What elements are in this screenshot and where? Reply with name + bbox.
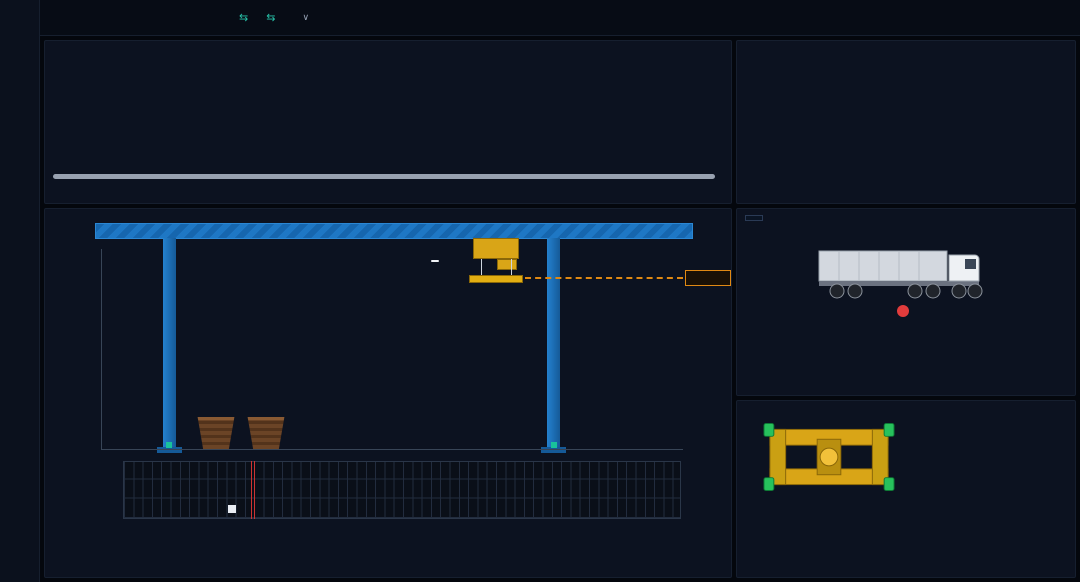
y-axis: [101, 249, 102, 449]
spreader-status-panel: [736, 400, 1076, 578]
truck-graphic: [815, 243, 1005, 301]
sidebar: [0, 0, 40, 582]
arrival-status-panel: [736, 208, 1076, 396]
trolley-cab: [497, 259, 517, 270]
active-tier-box: [685, 270, 731, 286]
hoist-rope: [481, 259, 482, 276]
hoist-rope: [511, 259, 512, 276]
tier-indicator-line: [525, 277, 683, 279]
container-stack: [243, 417, 289, 449]
mode-selector[interactable]: ⇆ ⇆ ∨: [230, 11, 309, 24]
bay-grid[interactable]: [123, 461, 681, 519]
ground-line: [101, 449, 683, 450]
bay-red-line: [251, 461, 255, 519]
command-pool-panel: [44, 40, 732, 204]
right-leg-marker: [551, 442, 557, 448]
status-list-panel: [736, 40, 1076, 204]
horizontal-scrollbar[interactable]: [53, 174, 715, 179]
arrival-indicator-dot: [897, 305, 909, 317]
chevron-down-icon: ∨: [302, 13, 309, 23]
container-stack: [193, 417, 239, 449]
arrival-header: [737, 209, 1075, 227]
arrival-title[interactable]: [745, 215, 763, 221]
status-list-title: [737, 41, 1075, 53]
swap-arrow-icon: ⇆: [266, 11, 275, 24]
left-leg-marker: [166, 442, 172, 448]
swap-arrow-icon: ⇆: [239, 11, 248, 24]
crane-girder: [95, 223, 693, 239]
spreader-bar: [469, 275, 523, 283]
command-pool-header: [45, 41, 731, 51]
crane-left-leg: [163, 238, 176, 449]
crane-right-leg: [547, 238, 560, 449]
hoist-height-label: [431, 260, 439, 262]
top-header: ⇆ ⇆ ∨: [40, 0, 1080, 36]
trolley: [473, 238, 519, 259]
spreader-graphic: [763, 417, 895, 497]
crane-view-panel: [44, 208, 732, 578]
bay-white-marker: [228, 505, 236, 513]
